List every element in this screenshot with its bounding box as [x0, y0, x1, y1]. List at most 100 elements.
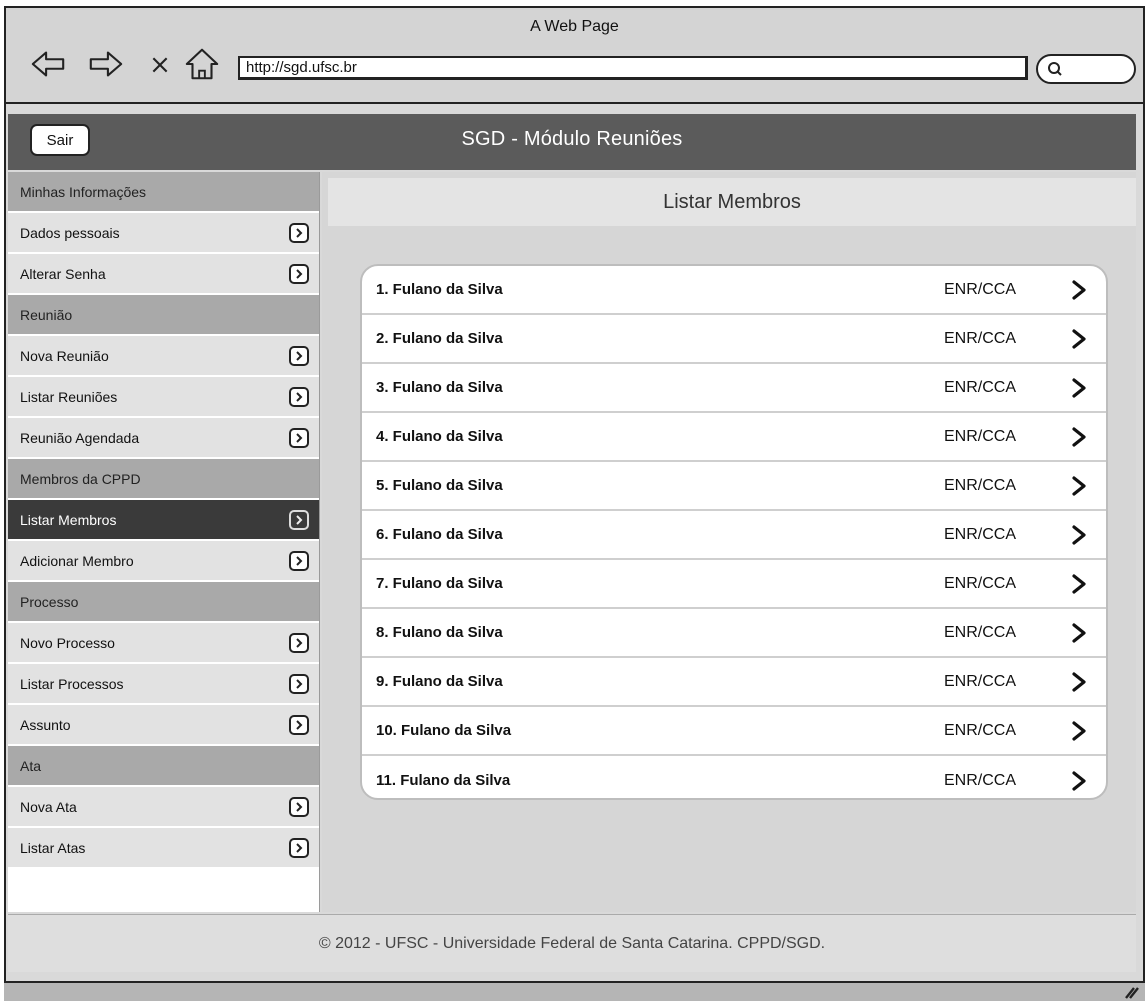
member-department: ENR/CCA [944, 280, 1017, 298]
sidebar-item-label: Listar Atas [20, 839, 86, 856]
sidebar-section: Processo [8, 582, 319, 623]
member-name: 9. Fulano da Silva [376, 673, 503, 690]
sidebar-item-label: Processo [20, 593, 79, 610]
search-field[interactable] [1036, 54, 1136, 84]
member-department: ENR/CCA [944, 525, 1017, 543]
search-icon [1048, 62, 1062, 76]
sidebar-item-label: Reunião [20, 306, 73, 323]
chevron-right-icon[interactable] [289, 551, 309, 571]
sidebar-item-label: Ata [20, 757, 42, 774]
sidebar-item[interactable]: Nova Ata [8, 787, 319, 828]
sidebar-item[interactable]: Listar Processos [8, 664, 319, 705]
sidebar-item[interactable]: Listar Membros [8, 500, 319, 541]
forward-arrow-icon[interactable] [86, 44, 126, 84]
chevron-right-icon[interactable] [289, 428, 309, 448]
list-item[interactable]: 11. Fulano da Silva ENR/CCA [362, 756, 1106, 798]
sidebar-item-label: Listar Reuniões [20, 388, 118, 405]
chevron-right-icon[interactable] [289, 223, 309, 243]
sidebar-item[interactable]: Adicionar Membro [8, 541, 319, 582]
member-name: 7. Fulano da Silva [376, 575, 503, 592]
home-icon[interactable] [182, 44, 222, 84]
sidebar-item-label: Dados pessoais [20, 224, 120, 241]
sidebar-item-label: Novo Processo [20, 634, 115, 651]
chevron-right-icon[interactable] [1068, 327, 1090, 351]
list-item[interactable]: 7. Fulano da Silva ENR/CCA [362, 560, 1106, 609]
sidebar-item-label: Reunião Agendada [20, 429, 140, 446]
chevron-right-icon[interactable] [1068, 572, 1090, 596]
sidebar-item[interactable]: Alterar Senha [8, 254, 319, 295]
member-name: 5. Fulano da Silva [376, 477, 503, 494]
sidebar-item[interactable]: Novo Processo [8, 623, 319, 664]
page-title: SGD - Módulo Reuniões [461, 128, 683, 150]
list-item[interactable]: 2. Fulano da Silva ENR/CCA [362, 315, 1106, 364]
member-department: ENR/CCA [944, 476, 1017, 494]
chevron-right-icon[interactable] [289, 715, 309, 735]
sidebar-section: Minhas Informações [8, 172, 319, 213]
window-title: A Web Page [530, 18, 619, 35]
member-department: ENR/CCA [944, 574, 1017, 592]
member-name: 3. Fulano da Silva [376, 379, 503, 396]
back-arrow-icon[interactable] [28, 44, 68, 84]
browser-toolbar: A Web Page http://sgd.ufsc.br [6, 8, 1143, 104]
chevron-right-icon[interactable] [289, 674, 309, 694]
member-department: ENR/CCA [944, 378, 1017, 396]
member-name: 4. Fulano da Silva [376, 428, 503, 445]
sidebar-item-label: Assunto [20, 716, 71, 733]
status-bar [4, 981, 1145, 1001]
member-name: 11. Fulano da Silva [376, 772, 511, 789]
list-item[interactable]: 5. Fulano da Silva ENR/CCA [362, 462, 1106, 511]
content-title: Listar Membros [328, 178, 1136, 226]
member-department: ENR/CCA [944, 721, 1017, 739]
sidebar-item-label: Nova Ata [20, 798, 77, 815]
member-department: ENR/CCA [944, 427, 1017, 445]
sidebar: Minhas Informações Dados pessoais Alterar … [8, 172, 320, 912]
chevron-right-icon[interactable] [1068, 376, 1090, 400]
chevron-right-icon[interactable] [289, 510, 309, 530]
sidebar-item[interactable]: Listar Reuniões [8, 377, 319, 418]
list-item[interactable]: 8. Fulano da Silva ENR/CCA [362, 609, 1106, 658]
sidebar-item-label: Listar Membros [20, 511, 117, 528]
sidebar-item[interactable]: Listar Atas [8, 828, 319, 869]
sidebar-item-label: Alterar Senha [20, 265, 106, 282]
chevron-right-icon[interactable] [289, 838, 309, 858]
sidebar-item-label: Nova Reunião [20, 347, 109, 364]
sidebar-item[interactable]: Dados pessoais [8, 213, 319, 254]
list-item[interactable]: 3. Fulano da Silva ENR/CCA [362, 364, 1106, 413]
member-name: 1. Fulano da Silva [376, 281, 503, 298]
sidebar-item[interactable]: Nova Reunião [8, 336, 319, 377]
chevron-right-icon[interactable] [1068, 474, 1090, 498]
chevron-right-icon[interactable] [1068, 278, 1090, 302]
chevron-right-icon[interactable] [1068, 621, 1090, 645]
sidebar-section: Membros da CPPD [8, 459, 319, 500]
member-department: ENR/CCA [944, 672, 1017, 690]
chevron-right-icon[interactable] [1068, 769, 1090, 793]
chevron-right-icon[interactable] [289, 797, 309, 817]
list-item[interactable]: 6. Fulano da Silva ENR/CCA [362, 511, 1106, 560]
chevron-right-icon[interactable] [1068, 719, 1090, 743]
list-item[interactable]: 9. Fulano da Silva ENR/CCA [362, 658, 1106, 707]
list-item[interactable]: 4. Fulano da Silva ENR/CCA [362, 413, 1106, 462]
sidebar-item-label: Listar Processos [20, 675, 124, 692]
url-input[interactable]: http://sgd.ufsc.br [238, 56, 1028, 80]
member-name: 6. Fulano da Silva [376, 526, 503, 543]
chevron-right-icon[interactable] [289, 387, 309, 407]
footer: © 2012 - UFSC - Universidade Federal de … [8, 914, 1136, 972]
chevron-right-icon[interactable] [289, 346, 309, 366]
chevron-right-icon[interactable] [289, 264, 309, 284]
member-name: 8. Fulano da Silva [376, 624, 503, 641]
resize-grip-icon[interactable] [1123, 985, 1139, 999]
list-item[interactable]: 1. Fulano da Silva ENR/CCA [362, 266, 1106, 315]
sidebar-item-label: Membros da CPPD [20, 470, 141, 487]
chevron-right-icon[interactable] [289, 633, 309, 653]
list-item[interactable]: 10. Fulano da Silva ENR/CCA [362, 707, 1106, 756]
chevron-right-icon[interactable] [1068, 670, 1090, 694]
main-content: Listar Membros 1. Fulano da Silva ENR/CCA… [322, 172, 1136, 912]
chevron-right-icon[interactable] [1068, 523, 1090, 547]
app-header: Sair SGD - Módulo Reuniões [8, 114, 1136, 170]
member-department: ENR/CCA [944, 329, 1017, 347]
chevron-right-icon[interactable] [1068, 425, 1090, 449]
member-department: ENR/CCA [944, 771, 1017, 789]
sidebar-item[interactable]: Reunião Agendada [8, 418, 319, 459]
close-icon[interactable] [140, 44, 180, 84]
sidebar-item[interactable]: Assunto [8, 705, 319, 746]
